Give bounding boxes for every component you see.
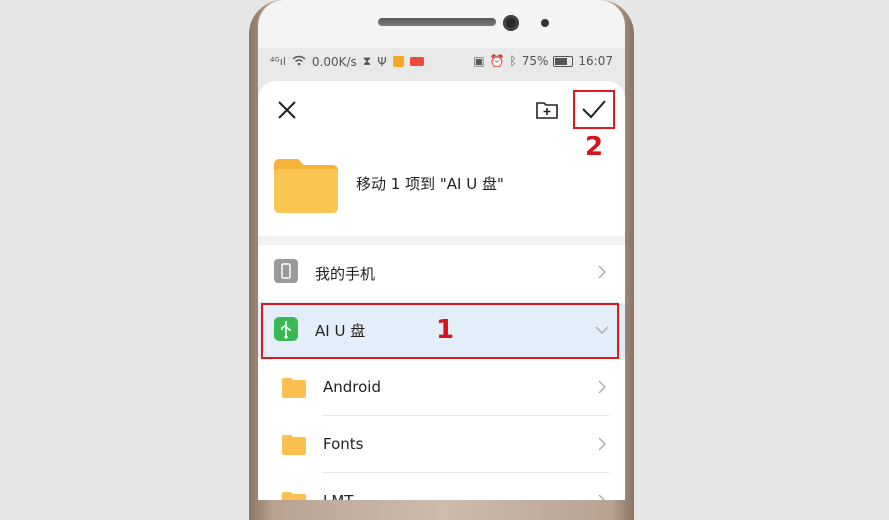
clock: 16:07 <box>578 54 613 68</box>
row-divider <box>322 472 609 473</box>
proximity-sensor <box>541 19 549 27</box>
wifi-icon <box>292 55 306 69</box>
cast-icon: ▣ <box>473 54 485 68</box>
chevron-right-icon <box>598 494 605 500</box>
front-camera <box>503 15 519 31</box>
new-folder-button[interactable] <box>534 97 560 123</box>
move-dialog: 2 移动 1 项到 "AI U 盘" 我的手机 AI U 盘 1 Android… <box>258 81 625 500</box>
bluetooth-icon: ᛒ <box>509 54 517 68</box>
notification-badge-icon <box>409 57 424 66</box>
speaker-grille <box>378 18 496 26</box>
move-summary: 移动 1 项到 "AI U 盘" <box>274 153 604 213</box>
close-button[interactable] <box>274 97 300 123</box>
status-bar: ⁴ᴳıl 0.00K/s ⧗ Ψ ▣ ⏰ ᛒ 75% 16:07 <box>258 48 625 76</box>
section-divider <box>258 236 625 245</box>
chevron-right-icon <box>598 437 606 451</box>
chevron-right-icon <box>598 265 606 279</box>
folder-icon <box>282 492 306 500</box>
battery-icon <box>553 55 574 67</box>
phone-screen: ⁴ᴳıl 0.00K/s ⧗ Ψ ▣ ⏰ ᛒ 75% 16:07 2 移动 1 … <box>258 48 625 500</box>
list-item-label: LMT <box>323 492 353 500</box>
list-item-label: 我的手机 <box>315 265 376 283</box>
folder-icon <box>282 378 306 398</box>
alarm-icon: ⏰ <box>489 54 505 68</box>
list-item-folder-lmt[interactable]: LMT <box>258 474 625 500</box>
new-folder-icon <box>536 102 558 119</box>
chevron-right-icon <box>598 380 606 394</box>
folder-icon <box>274 159 338 213</box>
list-item-folder-android[interactable]: Android <box>258 360 625 416</box>
highlight-box-confirm <box>573 90 615 129</box>
battery-percent: 75% <box>521 54 549 68</box>
list-item-label: Fonts <box>323 435 364 453</box>
notification-app-icon <box>392 56 404 67</box>
signal-icon: ⁴ᴳıl <box>270 55 286 68</box>
phone-icon <box>274 259 298 283</box>
usb-status-icon: Ψ <box>377 54 387 69</box>
folder-icon <box>282 435 306 455</box>
row-divider <box>322 415 609 416</box>
step-1-label: 1 <box>436 315 455 345</box>
move-description: 移动 1 项到 "AI U 盘" <box>356 175 504 193</box>
list-item-folder-fonts[interactable]: Fonts <box>258 417 625 473</box>
network-speed: 0.00K/s <box>311 54 357 69</box>
list-item-my-phone[interactable]: 我的手机 <box>258 245 625 301</box>
close-icon <box>278 101 296 119</box>
list-item-label: Android <box>323 378 381 396</box>
dialog-toolbar: 2 <box>258 81 625 162</box>
hourglass-icon: ⧗ <box>362 54 372 68</box>
